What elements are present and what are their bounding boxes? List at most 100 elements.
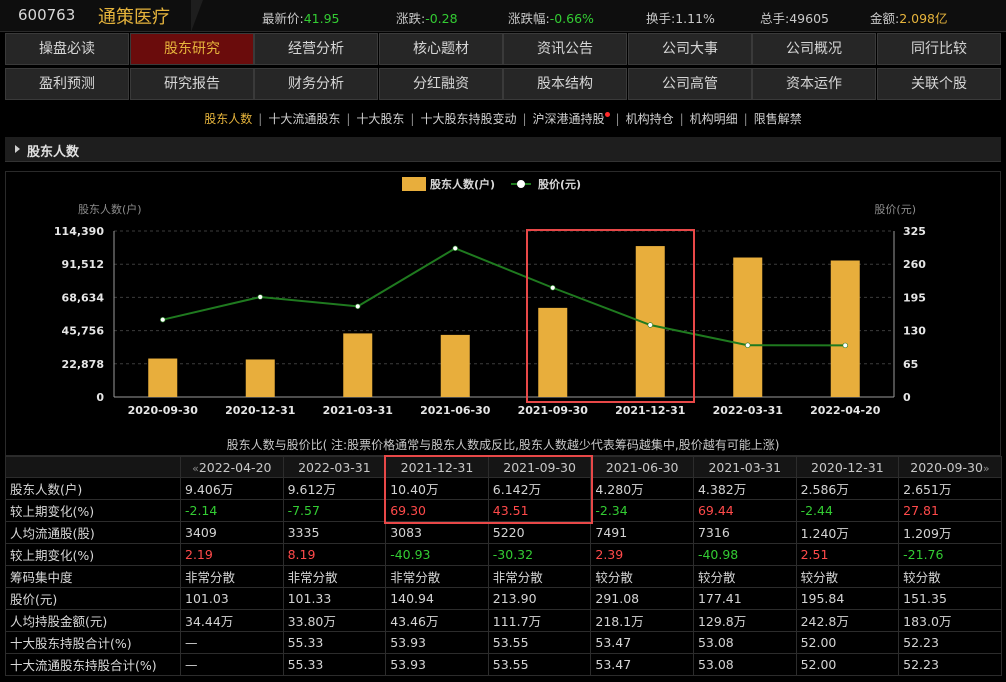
table-cell: 较分散 [692,565,797,588]
table-cell: 33.80万 [282,609,387,632]
y-tick-left: 114,390 [54,225,104,238]
y-tick-right: 260 [903,258,926,271]
subtab-item[interactable]: 股东人数 [204,110,252,127]
nav-item[interactable]: 同行比较 [877,33,1001,65]
table-header-cell: 2021-12-31 [385,456,489,478]
nav-item[interactable]: 经营分析 [254,33,378,65]
table-cell: 53.08 [692,653,797,676]
quote-value: -0.28 [425,11,458,26]
table-cell: 53.93 [385,631,489,654]
table-cell: 291.08 [590,587,694,610]
nav-item[interactable]: 公司概况 [752,33,876,65]
y-tick-right: 130 [903,325,926,338]
table-cell: 53.47 [590,653,694,676]
bar-shareholders[interactable] [343,333,373,397]
subtab-item[interactable]: 沪深港通持股 [533,110,605,127]
table-cell: -2.34 [590,499,694,522]
price-point[interactable] [550,285,556,291]
table-cell: 非常分散 [180,565,284,588]
table-cell: 27.81 [898,499,1002,522]
price-point[interactable] [257,294,263,300]
nav-item[interactable]: 股东研究 [130,33,254,65]
price-point[interactable] [745,342,751,348]
subtab-item[interactable]: 十大流通股东 [268,110,340,127]
subtab-separator: | [346,112,351,126]
header-notch [191,0,203,32]
price-point[interactable] [647,322,653,328]
row-label: 股价(元) [5,587,181,610]
bar-shareholders[interactable] [733,257,763,397]
table-header-cell: 2020-09-30» [898,456,1002,478]
nav-item[interactable]: 核心题材 [379,33,503,65]
table-header-blank [5,456,181,478]
bar-shareholders[interactable] [830,260,860,397]
table-cell: 151.35 [898,587,1002,610]
table-cell: 53.47 [590,631,694,654]
table-row: 筹码集中度 非常分散 非常分散 非常分散 非常分散 较分散 较分散 较分散 较分散 [5,565,1002,588]
table-header-cell: 2020-12-31 [795,456,900,478]
table-header-cell: 2021-06-30 [590,456,694,478]
chart-panel: 股东人数(户) 股价(元) 股东人数(户) 股价(元) 114,390 91,512 68,… [5,171,1001,456]
table-cell: 183.0万 [898,609,1002,632]
bar-shareholders[interactable] [440,334,470,397]
price-point[interactable] [160,316,166,323]
table-cell: 43.51 [487,499,592,522]
shareholder-chart: 股东人数(户) 股价(元) 股东人数(户) 股价(元) 114,390 91,512 68,… [54,177,926,452]
subtab-separator: | [258,112,263,126]
nav-item[interactable]: 分红融资 [379,68,503,100]
bar-shareholders[interactable] [148,358,178,397]
nav-item[interactable]: 研究报告 [130,68,254,100]
nav-item[interactable]: 财务分析 [254,68,378,100]
bar-shareholders[interactable] [538,307,568,397]
nav-item[interactable]: 公司高管 [628,68,752,100]
nav-item[interactable]: 盈利预测 [5,68,129,100]
next-page-icon[interactable]: » [983,462,990,475]
table-cell: -2.44 [795,499,900,522]
chart-caption: 股东人数与股价比( 注:股票价格通常与股东人数成反比,股东人数越少代表筹码越集中… [227,437,780,452]
nav-item[interactable]: 股本结构 [503,68,627,100]
price-point[interactable] [842,342,848,349]
table-cell: 较分散 [898,565,1002,588]
table-cell: 7491 [590,521,694,544]
price-point[interactable] [355,303,361,310]
nav-item[interactable]: 操盘必读 [5,33,129,65]
table-cell: 6.142万 [487,477,592,500]
subtab-item[interactable]: 机构持仓 [626,110,674,127]
nav-item[interactable]: 公司大事 [628,33,752,65]
nav-item[interactable]: 资本运作 [752,68,876,100]
table-cell: 7316 [692,521,797,544]
quote-header: 600763 通策医疗 最新价:41.95 涨跌:-0.28 涨跌幅:-0.66% 换… [0,0,1006,32]
subtab-item[interactable]: 机构明细 [690,110,738,127]
table-cell: 非常分散 [487,565,592,588]
table-cell: — [180,653,284,676]
table-cell: 4.382万 [692,477,797,500]
y-tick-left: 91,512 [62,258,104,271]
subtab-item[interactable]: 十大股东持股变动 [420,110,516,127]
table-cell: -2.14 [180,499,284,522]
row-label: 筹码集中度 [5,565,181,588]
quote-value: 49605 [789,11,829,26]
x-tick-label: 2020-12-31 [225,404,295,417]
quote-item: 最新价:41.95 [262,8,340,27]
subtab-item[interactable]: 十大股东 [356,110,404,127]
price-point[interactable] [452,245,458,252]
table-cell: 34.44万 [180,609,284,632]
bar-shareholders[interactable] [245,359,275,397]
prev-page-icon[interactable]: « [192,462,199,475]
legend-label: 股价(元) [538,178,581,191]
nav-item[interactable]: 关联个股 [877,68,1001,100]
table-cell: 101.03 [180,587,284,610]
table-cell: 69.44 [692,499,797,522]
table-cell: 2.39 [590,543,694,566]
period-label: 2021-12-31 [400,459,474,475]
table-cell: 非常分散 [282,565,387,588]
table-cell: 140.94 [385,587,489,610]
table-row: 十大流通股东持股合计(%) —55.33 53.93 53.55 53.47 53.08 5… [5,653,1002,676]
expand-arrow-icon[interactable] [15,145,20,153]
subtab-item[interactable]: 限售解禁 [754,110,802,127]
table-cell: 177.41 [692,587,797,610]
table-header-cell: 2021-09-30 [487,456,592,478]
table-cell: 218.1万 [590,609,694,632]
period-label: 2020-09-30 [910,459,983,475]
nav-item[interactable]: 资讯公告 [503,33,627,65]
